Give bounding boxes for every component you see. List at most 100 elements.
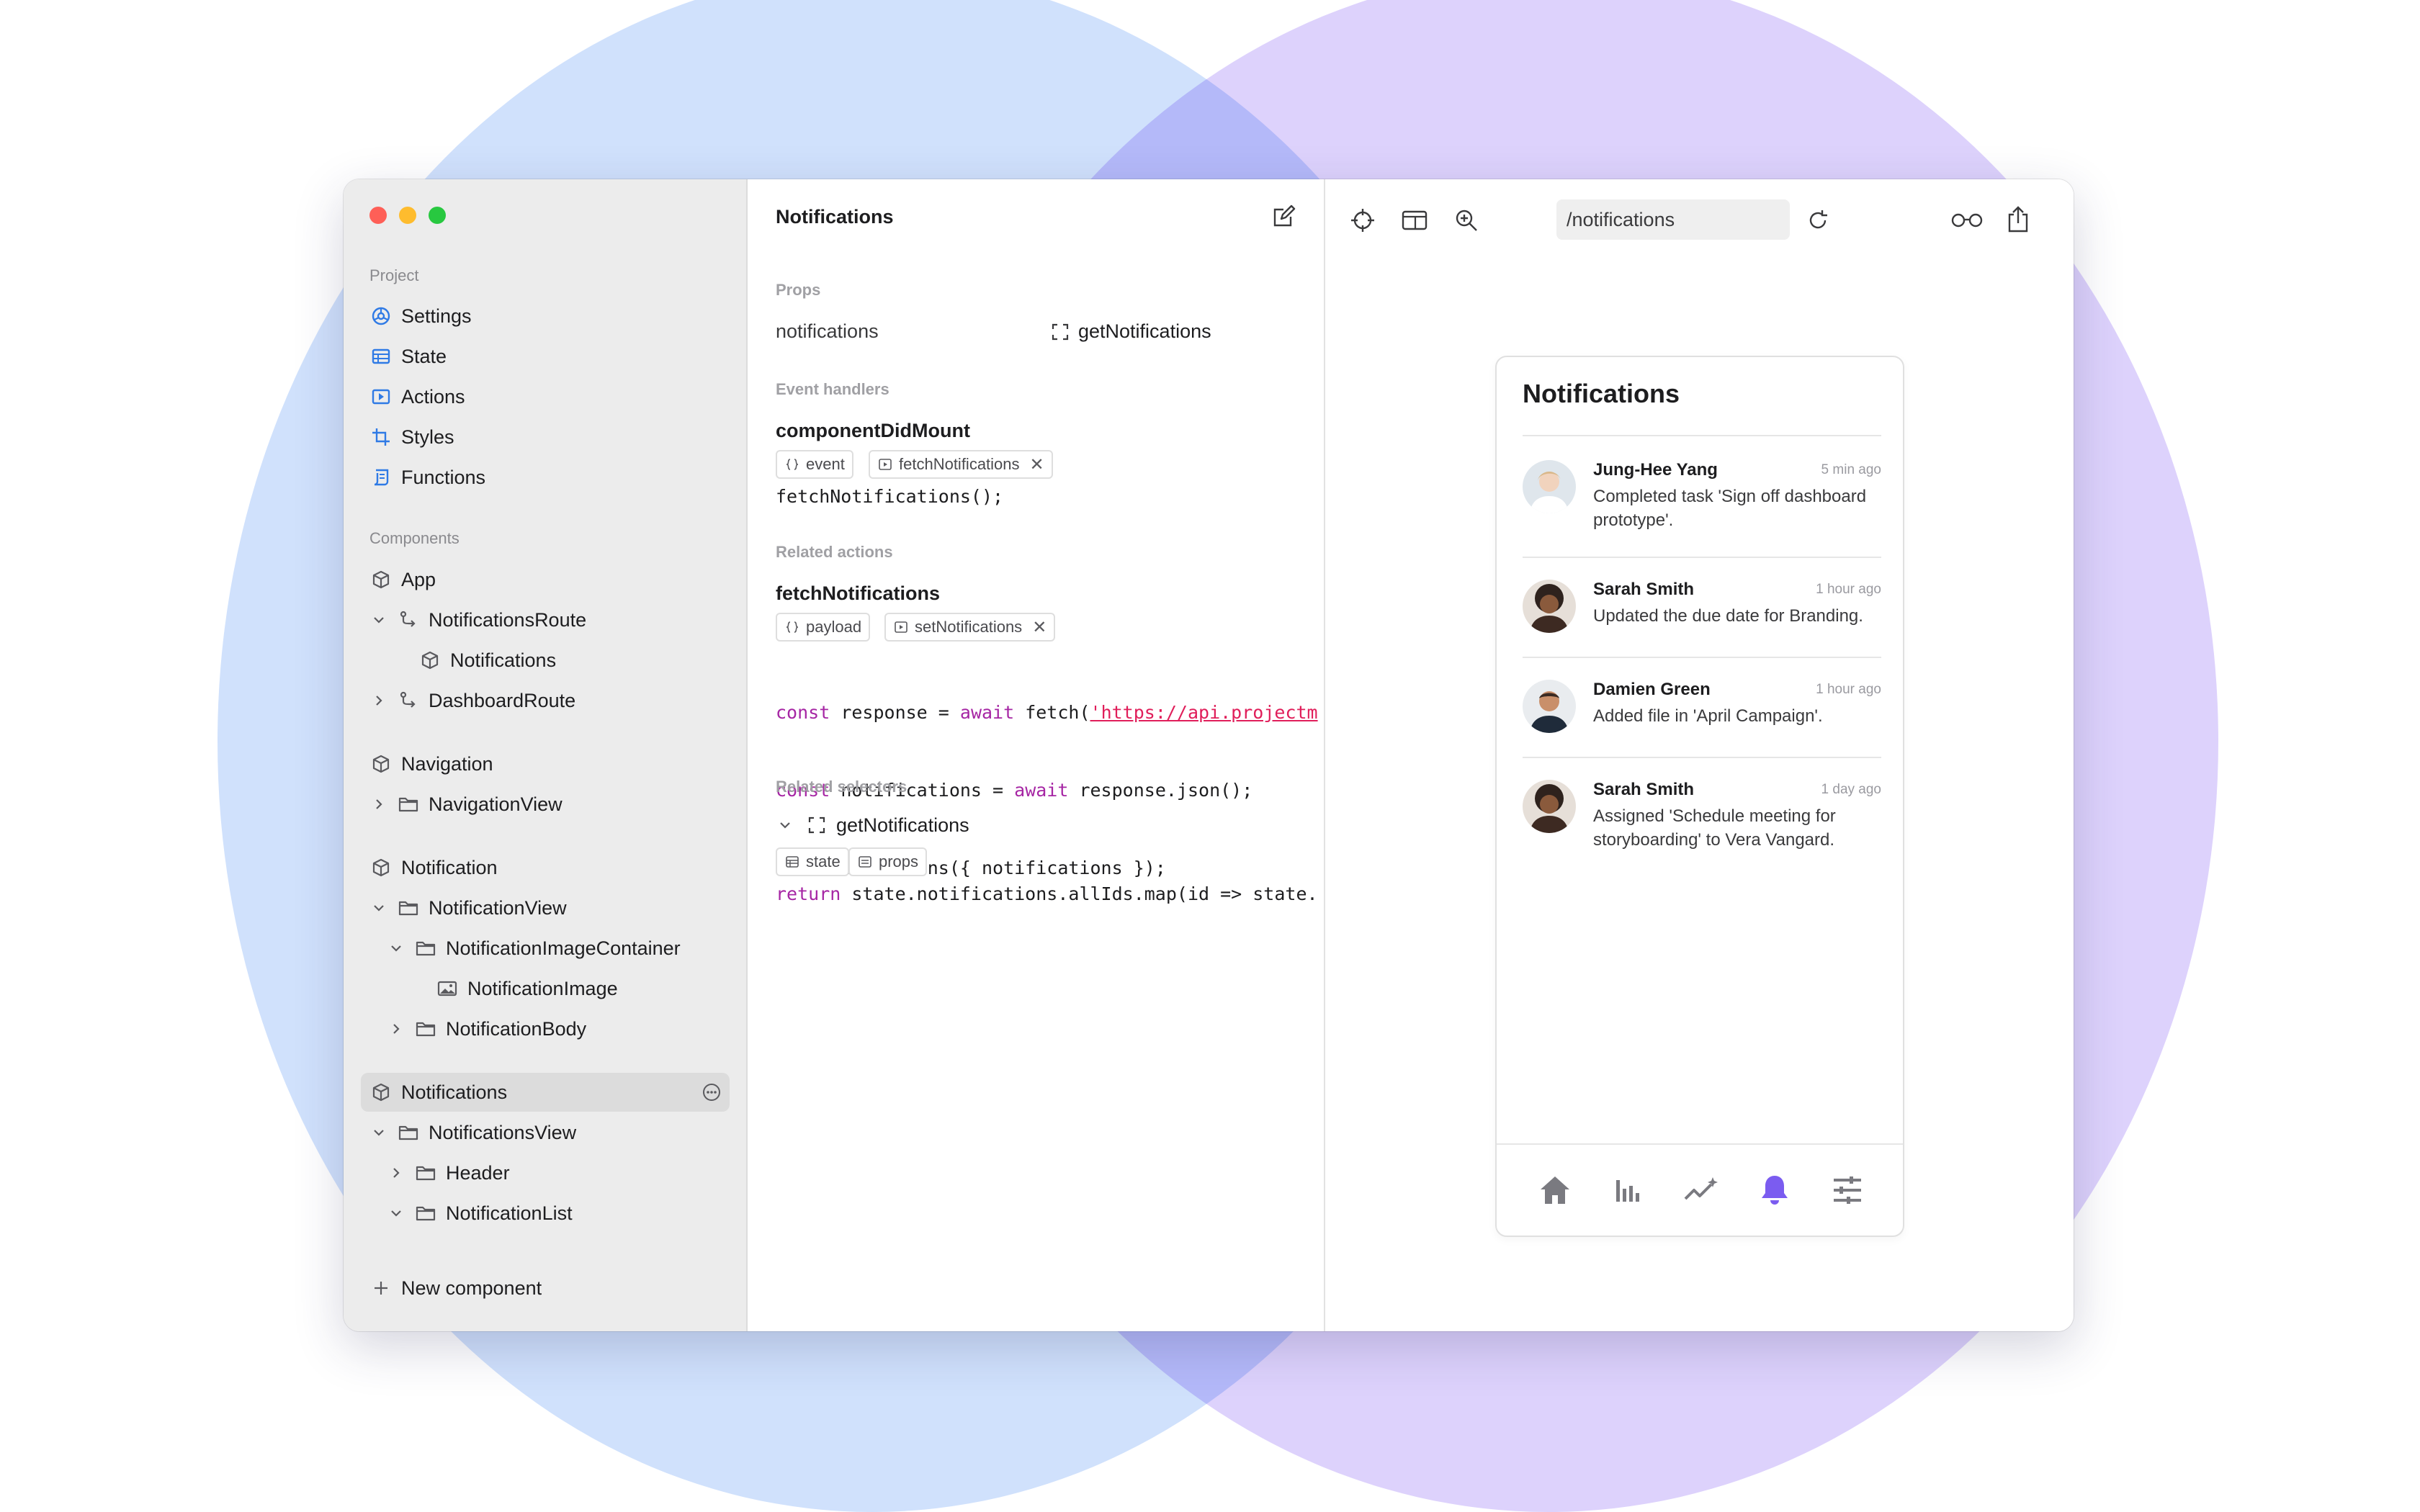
tree-item-label: NavigationView [429, 793, 563, 815]
tree-item-notification-image-container[interactable]: NotificationImageContainer [387, 930, 681, 967]
notification-item[interactable]: Jung-Hee Yang 5 min ago Completed task '… [1523, 460, 1881, 539]
tree-item-notification-image[interactable]: NotificationImage [436, 970, 618, 1007]
tab-insights[interactable] [1682, 1171, 1720, 1209]
reload-icon[interactable] [1803, 206, 1832, 235]
sidebar-item-label: Functions [401, 466, 486, 488]
tab-notifications[interactable] [1756, 1171, 1793, 1209]
tree-item-app[interactable]: App [369, 561, 436, 598]
tree-item-notification-list[interactable]: NotificationList [387, 1194, 573, 1232]
event-handlers-heading: Event handlers [776, 380, 889, 398]
remove-chip-icon[interactable]: ✕ [1032, 617, 1047, 638]
code-line: const response = await fetch('https://ap… [776, 702, 1318, 723]
chevron-down-icon[interactable] [369, 611, 388, 629]
minimize-window-button[interactable] [399, 207, 416, 224]
route-icon [397, 608, 420, 631]
tree-item-notifications-route[interactable]: NotificationsRoute [369, 601, 586, 639]
event-chip[interactable]: event [776, 450, 853, 479]
sidebar-item-state[interactable]: State [369, 338, 447, 375]
braces-icon [784, 619, 800, 635]
sidebar-item-styles[interactable]: Styles [369, 418, 454, 456]
related-actions-heading: Related actions [776, 543, 893, 561]
props-chip[interactable]: props [848, 847, 928, 876]
cube-icon [369, 856, 393, 879]
url-input[interactable]: /notifications [1556, 199, 1790, 240]
compose-icon[interactable] [1270, 204, 1296, 230]
tree-item-label: NotificationsView [429, 1121, 577, 1143]
glasses-icon[interactable] [1949, 206, 1985, 235]
tree-item-notification[interactable]: Notification [369, 849, 498, 886]
chevron-down-icon[interactable] [387, 1204, 405, 1223]
tree-item-navigation-view[interactable]: NavigationView [369, 786, 563, 823]
new-component-button[interactable]: New component [369, 1269, 542, 1307]
play-icon [893, 619, 909, 635]
bar-chart-icon [1616, 1180, 1640, 1202]
tree-item-dashboard-route[interactable]: DashboardRoute [369, 682, 575, 719]
notification-time: 1 hour ago [1816, 582, 1881, 597]
selector-icon [806, 814, 828, 836]
chevron-right-icon[interactable] [369, 795, 388, 814]
layout-icon[interactable] [1400, 206, 1429, 235]
folder-icon [397, 1121, 420, 1144]
folder-icon [414, 1202, 437, 1225]
sidebar-item-actions[interactable]: Actions [369, 378, 465, 415]
state-chip[interactable]: state [776, 847, 849, 876]
tree-item-navigation[interactable]: Navigation [369, 745, 493, 783]
share-icon[interactable] [2004, 204, 2033, 233]
prop-value[interactable]: getNotifications [1049, 320, 1211, 343]
notification-item[interactable]: Sarah Smith 1 day ago Assigned 'Schedule… [1523, 780, 1881, 859]
preview-panel: /notifications Notifications Jung-Hee Ya… [1325, 179, 2074, 1331]
table-icon [369, 345, 393, 368]
play-icon [369, 385, 393, 408]
tree-item-notification-view[interactable]: NotificationView [369, 889, 567, 927]
notification-time: 1 day ago [1821, 782, 1881, 797]
chevron-down-icon[interactable] [369, 1123, 388, 1142]
tree-item-label: Navigation [401, 752, 493, 775]
notification-item[interactable]: Damien Green 1 hour ago Added file in 'A… [1523, 680, 1881, 744]
chevron-right-icon[interactable] [387, 1164, 405, 1182]
chevron-right-icon[interactable] [369, 691, 388, 710]
tree-item-header[interactable]: Header [387, 1154, 510, 1192]
tree-item-notifications-child[interactable]: Notifications [418, 642, 556, 679]
zoom-window-button[interactable] [429, 207, 446, 224]
chevron-right-icon[interactable] [387, 1020, 405, 1038]
sidebar-item-label: Styles [401, 426, 454, 448]
components-heading: Components [369, 529, 460, 547]
payload-chip[interactable]: payload [776, 613, 871, 642]
tab-bar [1497, 1143, 1903, 1236]
tree-item-notifications-view[interactable]: NotificationsView [369, 1114, 576, 1151]
sidebar-item-settings[interactable]: Settings [369, 297, 472, 335]
notification-item[interactable]: Sarah Smith 1 hour ago Updated the due d… [1523, 580, 1881, 644]
cube-icon [369, 1081, 393, 1104]
notification-name: Jung-Hee Yang [1593, 460, 1718, 480]
chevron-down-icon[interactable] [776, 816, 794, 834]
chevron-down-icon[interactable] [387, 939, 405, 958]
tree-item-label: NotificationView [429, 896, 567, 919]
action-chip-fetch[interactable]: fetchNotifications ✕ [869, 450, 1053, 479]
props-heading: Props [776, 281, 821, 299]
tree-item-notification-body[interactable]: NotificationBody [387, 1010, 586, 1048]
crosshair-icon[interactable] [1348, 206, 1377, 235]
more-options-icon[interactable] [701, 1081, 722, 1103]
chevron-down-icon[interactable] [369, 899, 388, 917]
remove-chip-icon[interactable]: ✕ [1030, 454, 1044, 475]
tab-home[interactable] [1536, 1171, 1574, 1209]
chip-label: event [806, 455, 845, 473]
project-heading: Project [369, 266, 419, 284]
cube-icon [369, 752, 393, 775]
tree-item-notifications-selected[interactable]: Notifications [369, 1074, 722, 1111]
table-icon [784, 854, 800, 870]
close-window-button[interactable] [369, 207, 387, 224]
notification-name: Sarah Smith [1593, 580, 1695, 599]
selector-icon [1049, 321, 1071, 343]
divider [1523, 435, 1881, 436]
play-icon [877, 456, 893, 472]
tab-stats[interactable] [1609, 1171, 1646, 1209]
action-chip-set[interactable]: setNotifications ✕ [884, 613, 1056, 642]
sidebar-item-functions[interactable]: Functions [369, 459, 485, 496]
chip-label: setNotifications [915, 618, 1023, 636]
tree-item-label: Notifications [401, 1081, 508, 1103]
selector-row[interactable]: getNotifications [776, 806, 969, 844]
tab-settings[interactable] [1829, 1171, 1866, 1209]
avatar [1523, 680, 1576, 733]
zoom-in-icon[interactable] [1452, 206, 1481, 235]
